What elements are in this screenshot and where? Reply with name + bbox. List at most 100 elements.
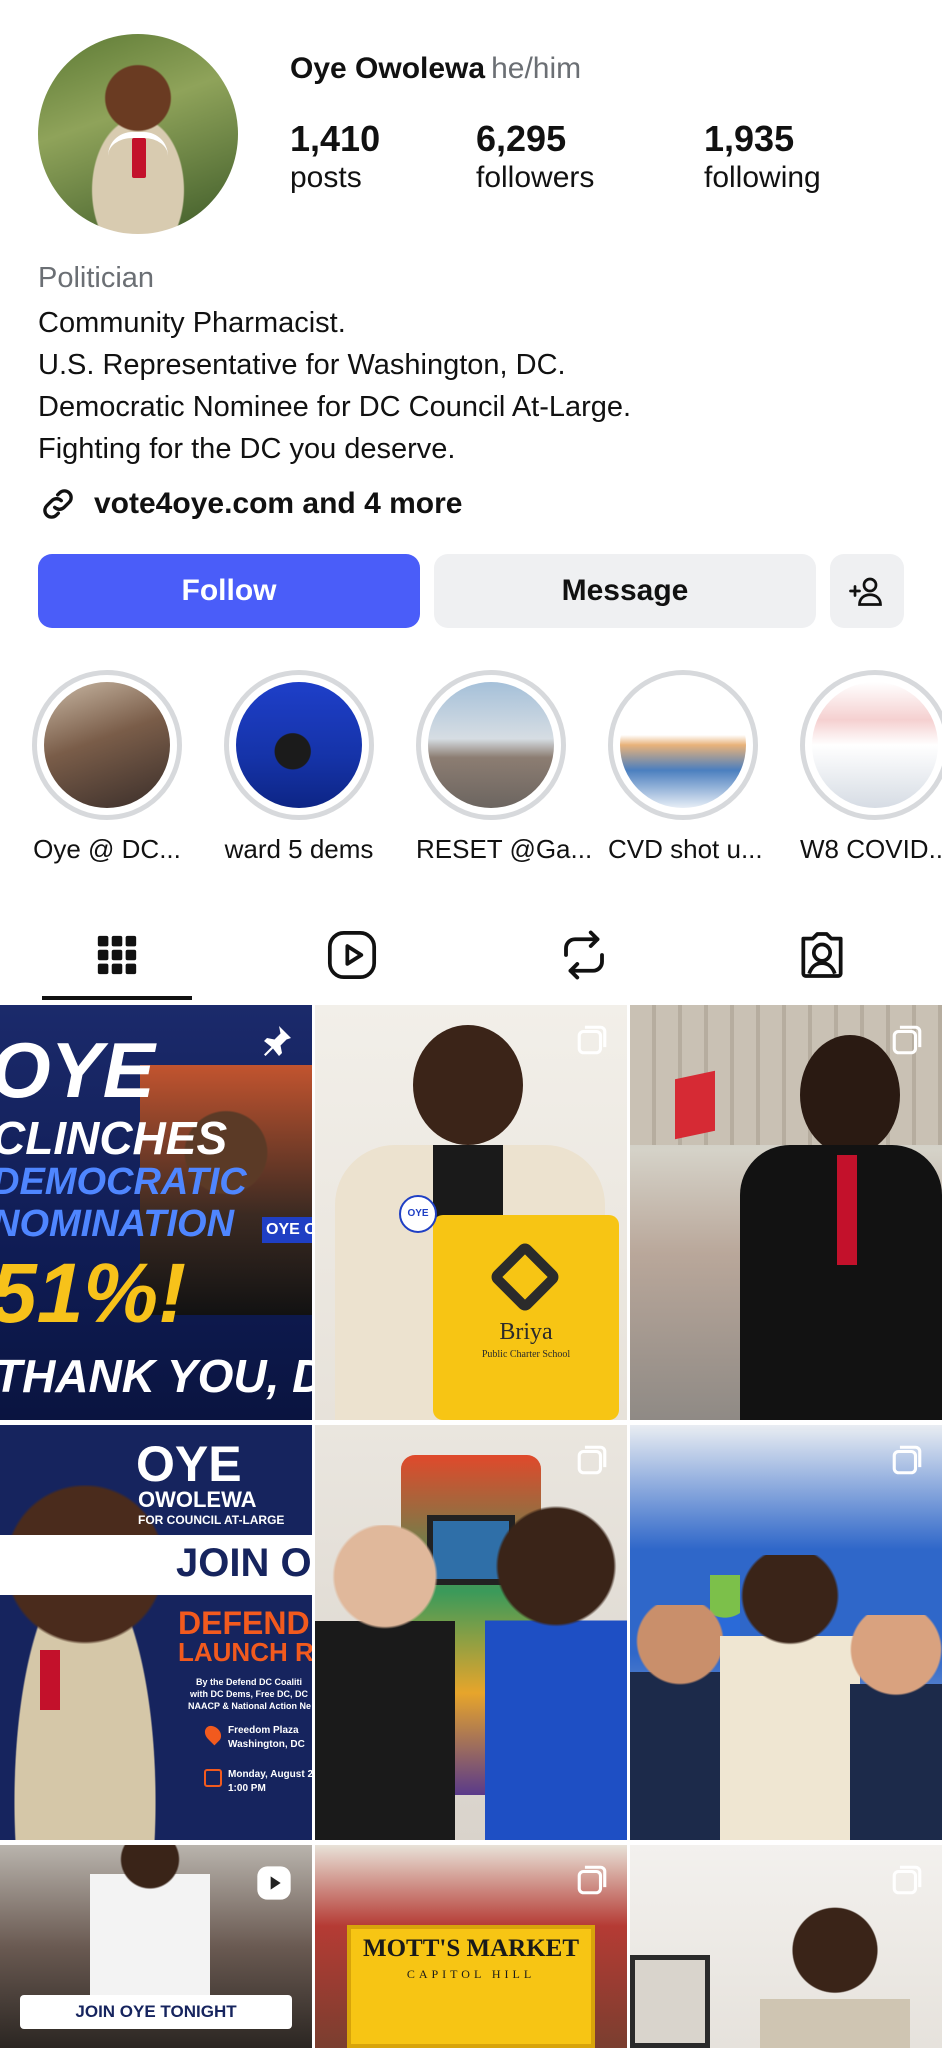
- poster-line: By the Defend DC Coaliti: [196, 1677, 303, 1687]
- highlight-ring: [608, 670, 758, 820]
- bag-subtext: Public Charter School: [481, 1349, 571, 1360]
- person-head: [800, 1035, 900, 1155]
- tote-bag: Briya Public Charter School: [433, 1215, 619, 1420]
- poster-line: FOR COUNCIL AT-LARGE: [138, 1513, 285, 1527]
- bag-text: Briya: [499, 1319, 553, 1345]
- pin-icon: [264, 1026, 291, 1056]
- poster-line: with DC Dems, Free DC, DC: [190, 1689, 309, 1699]
- highlight-label: W8 COVID...: [800, 834, 942, 864]
- stat-label: following: [704, 161, 821, 194]
- poster-line: LAUNCH RAL: [178, 1637, 312, 1667]
- highlight-label: CVD shot u...: [608, 834, 763, 864]
- bio-line: Fighting for the DC you deserve.: [38, 433, 456, 465]
- bag-logo: [488, 1240, 562, 1314]
- stat-label: followers: [476, 161, 595, 194]
- poster-badge: OYE OWOLEWA: [262, 1217, 312, 1243]
- highlight-2[interactable]: ward 5 dems: [224, 670, 374, 865]
- poster-line: NAACP & National Action Ne: [188, 1701, 312, 1711]
- stat-label: posts: [290, 161, 362, 194]
- add-user-button[interactable]: [830, 554, 904, 628]
- red-flag: [675, 1070, 715, 1140]
- stat-posts[interactable]: 1,410 posts: [290, 118, 380, 196]
- post-tile[interactable]: JOIN OYE TONIGHT: [0, 1845, 312, 2048]
- highlight-thumbnail: [428, 682, 554, 808]
- person-shirt: [433, 1145, 503, 1225]
- highlight-label: ward 5 dems: [224, 834, 374, 864]
- bio-line: Democratic Nominee for DC Council At-Lar…: [38, 391, 632, 423]
- profile-name-row: Oye Owolewa he/him: [290, 52, 581, 86]
- post-tile[interactable]: [315, 1425, 627, 1840]
- video-caption: JOIN OYE TONIGHT: [20, 1995, 292, 2029]
- stat-following[interactable]: 1,935 following: [704, 118, 821, 196]
- post-tile[interactable]: OYE OWOLEWA FOR COUNCIL AT-LARGE JOIN OY…: [0, 1425, 312, 1840]
- person-left: [630, 1605, 730, 1840]
- post-tile[interactable]: [630, 1425, 942, 1840]
- profile-avatar[interactable]: [38, 34, 238, 234]
- tab-reels[interactable]: [292, 920, 412, 990]
- highlight-thumbnail: [236, 682, 362, 808]
- highlight-ring: [32, 670, 182, 820]
- reels-icon: [327, 930, 377, 980]
- poster-line: JOIN OY: [176, 1541, 312, 1585]
- link-icon: [43, 489, 73, 519]
- poster-line: 1:00 PM: [228, 1783, 266, 1794]
- carousel-icon: [892, 1445, 922, 1475]
- highlight-ring: [416, 670, 566, 820]
- sign-title: MOTT'S MARKET: [363, 1935, 579, 1962]
- profile-name: Oye Owolewa: [290, 52, 486, 85]
- highlight-thumbnail: [620, 682, 746, 808]
- carousel-icon: [577, 1865, 607, 1895]
- poster-line: Freedom Plaza: [228, 1725, 299, 1736]
- highlight-3[interactable]: RESET @Ga...: [416, 670, 592, 865]
- carousel-icon: [577, 1025, 607, 1055]
- tab-reposts[interactable]: [524, 920, 644, 990]
- person-left: [315, 1525, 455, 1840]
- poster-line: OYE: [0, 1026, 155, 1114]
- poster-line: OYE: [136, 1436, 242, 1492]
- highlight-label: Oye @ DC...: [33, 834, 181, 864]
- poster-line: OWOLEWA: [138, 1487, 257, 1512]
- person-head: [413, 1025, 523, 1145]
- grid-icon: [97, 935, 137, 975]
- highlight-ring: [800, 670, 942, 820]
- add-user-icon: [849, 577, 882, 606]
- poster-line: Washington, DC: [228, 1739, 305, 1750]
- highlight-5[interactable]: W8 COVID...: [800, 670, 942, 865]
- profile-pronouns: he/him: [491, 52, 582, 85]
- message-button[interactable]: Message: [434, 554, 816, 628]
- person-center: [720, 1555, 860, 1840]
- reposts-icon: [564, 930, 604, 980]
- person-portrait: [760, 1885, 910, 2048]
- post-tile[interactable]: [630, 1845, 942, 2048]
- post-tile[interactable]: MOTT'S MARKET CAPITOL HILL: [315, 1845, 627, 2048]
- person-right: [485, 1505, 627, 1840]
- post-tile[interactable]: OYE CLINCHES DEMOCRATIC NOMINATION 51%! …: [0, 1005, 312, 1420]
- person-tie: [837, 1155, 857, 1265]
- poster-line: THANK YOU, DC: [0, 1350, 312, 1402]
- post-tile[interactable]: Briya Public Charter School OYE: [315, 1005, 627, 1420]
- stat-followers[interactable]: 6,295 followers: [476, 118, 594, 196]
- avatar-tie: [132, 138, 146, 178]
- carousel-icon: [892, 1865, 922, 1895]
- post-tile[interactable]: [630, 1005, 942, 1420]
- highlight-4[interactable]: CVD shot u...: [608, 670, 763, 865]
- stat-value: 6,295: [476, 118, 567, 159]
- poster-line: DEMOCRATIC: [0, 1161, 247, 1203]
- follow-button[interactable]: Follow: [38, 554, 420, 628]
- bio-line: U.S. Representative for Washington, DC.: [38, 349, 566, 381]
- highlight-1[interactable]: Oye @ DC...: [32, 670, 182, 865]
- profile-link[interactable]: vote4oye.com and 4 more: [38, 484, 462, 524]
- poster-line: NOMINATION: [0, 1203, 235, 1245]
- bio-line: Community Pharmacist.: [38, 307, 346, 339]
- tab-tagged[interactable]: [762, 920, 882, 990]
- poster-line: Monday, August 2: [228, 1769, 312, 1780]
- tab-posts[interactable]: [57, 920, 177, 990]
- location-pin-icon: [201, 1722, 225, 1746]
- poster-line: CLINCHES: [0, 1112, 228, 1164]
- profile-bio: Community Pharmacist. U.S. Representativ…: [38, 302, 631, 470]
- market-sign: MOTT'S MARKET CAPITOL HILL: [347, 1925, 595, 2048]
- video-icon: [257, 1866, 291, 1900]
- poster-tie: [40, 1650, 60, 1710]
- calendar-icon: [204, 1769, 222, 1787]
- sign-subtitle: CAPITOL HILL: [406, 1967, 536, 1981]
